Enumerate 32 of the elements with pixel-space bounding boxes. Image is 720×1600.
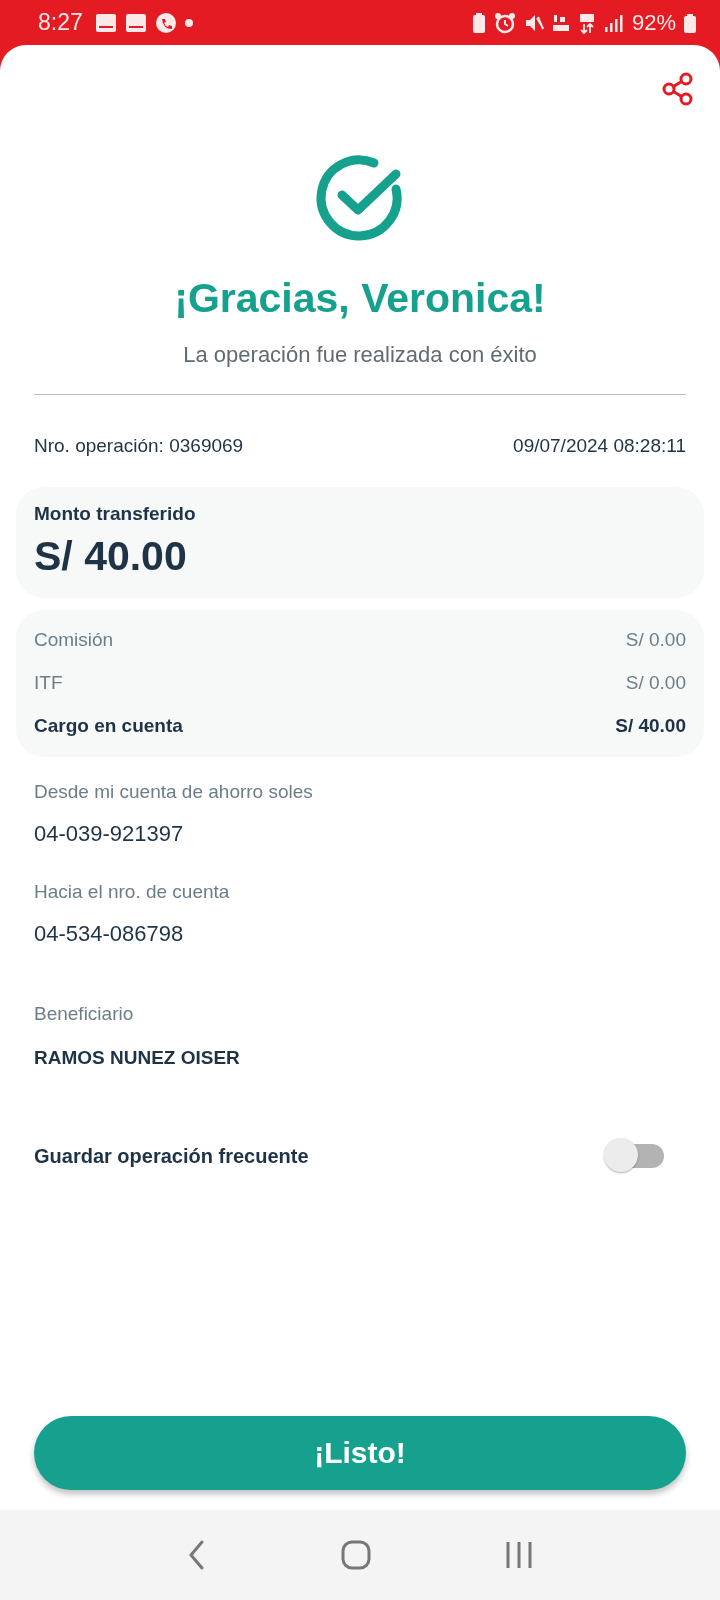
detail-label: Beneficiario xyxy=(34,1003,135,1025)
charge-value: S/ 0.00 xyxy=(625,671,686,695)
operation-number: Nro. operación: 0369069 xyxy=(34,435,244,457)
thank-you-title: ¡Gracias, Veronica! xyxy=(173,275,547,322)
battery-saver-icon xyxy=(471,11,486,34)
beneficiary-name: RAMOS NUNEZ OISER xyxy=(34,1047,241,1069)
alarm-icon xyxy=(493,11,516,34)
battery-level: 92% xyxy=(631,9,676,36)
account-number: 04-039-921397 xyxy=(34,821,185,847)
charge-label: Cargo en cuenta xyxy=(34,714,183,738)
charge-value: S/ 0.00 xyxy=(625,628,686,652)
success-message: La operación fue realizada con éxito xyxy=(182,342,538,368)
phone-icon xyxy=(154,11,177,34)
recents-icon xyxy=(505,1540,534,1570)
network-icon xyxy=(577,11,596,34)
charge-value: S/ 40.00 xyxy=(615,714,686,738)
account-number: 04-534-086798 xyxy=(34,921,185,947)
detail-label: Hacia el nro. de cuenta xyxy=(34,881,231,903)
operation-datetime: 09/07/2024 08:28:11 xyxy=(513,435,686,457)
amount-value: S/ 40.00 xyxy=(34,533,188,580)
notification-icon xyxy=(94,11,117,34)
charge-label: ITF xyxy=(34,671,63,695)
amount-label: Monto transferido xyxy=(34,503,197,525)
frequent-label: Guardar operación frecuente xyxy=(34,1144,309,1168)
home-icon xyxy=(340,1539,372,1571)
clock-time: 8:27 xyxy=(38,9,83,36)
charge-label: Comisión xyxy=(34,628,114,652)
detail-label: Desde mi cuenta de ahorro soles xyxy=(34,781,314,803)
notification-icon xyxy=(124,11,147,34)
dot-icon xyxy=(184,18,193,27)
battery-icon xyxy=(684,11,696,34)
done-button[interactable]: ¡Listo! xyxy=(34,1416,686,1490)
